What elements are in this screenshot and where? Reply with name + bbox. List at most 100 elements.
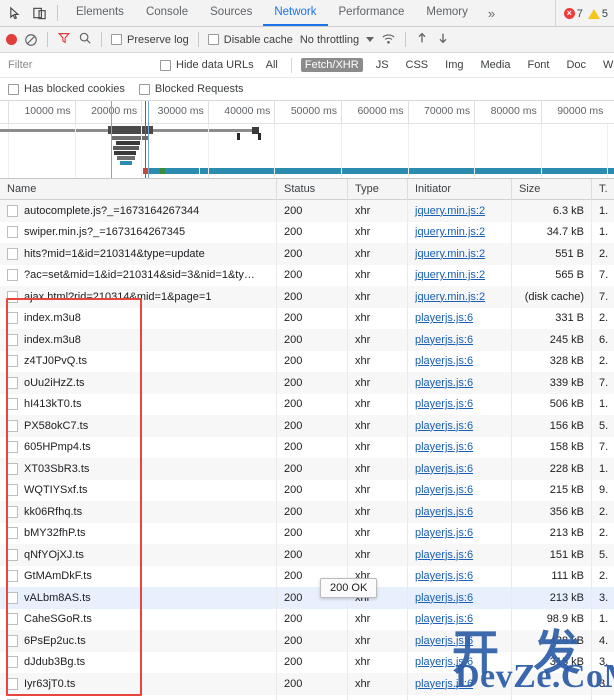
table-row[interactable]: hits?mid=1&id=210314&type=update 200 xhr jq… [0,243,614,265]
tab-memory[interactable]: Memory [415,0,479,26]
column-header-time[interactable]: T. [592,179,614,200]
column-header-status[interactable]: Status [277,179,348,200]
table-row[interactable]: CaheSGoR.ts 200 xhr playerjs.js:6 98.9 kB 1. [0,608,614,630]
table-row[interactable]: dJdub3Bg.ts 200 xhr playerjs.js:6 315 kB 3. [0,651,614,673]
table-row[interactable]: qNfYOjXJ.ts 200 xhr playerjs.js:6 151 kB 5. [0,544,614,566]
table-row[interactable]: WQTIYSxf.ts 200 xhr playerjs.js:6 215 kB 9. [0,479,614,501]
initiator-link[interactable]: playerjs.js:6 [415,484,473,496]
cell-name[interactable]: ?ac=set&mid=1&id=210314&sid=3&nid=1&ty… [0,264,277,286]
table-row[interactable]: ajax.html?rid=210314&mid=1&page=1 200 xhr j… [0,286,614,308]
cell-name[interactable]: ajax.html?rid=210314&mid=1&page=1 [0,286,277,308]
table-row[interactable]: bMY32fhP.ts 200 xhr playerjs.js:6 213 kB 2. [0,522,614,544]
column-header-type[interactable]: Type [348,179,408,200]
initiator-link[interactable]: playerjs.js:6 [415,420,473,432]
initiator-link[interactable]: playerjs.js:6 [415,463,473,475]
type-filter-css[interactable]: CSS [402,58,433,72]
column-header-size[interactable]: Size [512,179,592,200]
hide-data-urls-checkbox[interactable]: Hide data URLs [160,59,254,71]
initiator-link[interactable]: playerjs.js:6 [415,441,473,453]
table-row[interactable]: oUu2iHzZ.ts 200 xhr playerjs.js:6 339 kB 7. [0,372,614,394]
table-row[interactable]: qvkUn5QY.ts200xhrplayerjs.js:6265 kB3. [0,694,614,700]
throttling-select[interactable]: No throttling [300,34,359,46]
table-row[interactable]: 605HPmp4.ts 200 xhr playerjs.js:6 158 kB 7. [0,436,614,458]
initiator-link[interactable]: playerjs.js:6 [415,506,473,518]
cell-name[interactable]: GtMAmDkF.ts [0,565,277,587]
cell-name[interactable]: kk06Rfhq.ts [0,501,277,523]
cell-name[interactable]: z4TJ0PvQ.ts [0,350,277,372]
initiator-link[interactable]: playerjs.js:6 [415,656,473,668]
inspect-element-icon[interactable] [6,4,24,22]
requests-table[interactable]: Name Status Type Initiator Size T. autocomple… [0,179,614,700]
tab-performance[interactable]: Performance [328,0,416,26]
type-filter-ws[interactable]: WS [599,58,614,72]
column-header-name[interactable]: Name [0,179,277,200]
type-filter-img[interactable]: Img [441,58,467,72]
table-row[interactable]: autocomplete.js?_=1673164267344 200 xhr jqu… [0,200,614,222]
preserve-log-checkbox[interactable]: Preserve log [111,34,189,46]
has-blocked-cookies-checkbox[interactable]: Has blocked cookies [8,83,125,95]
type-filter-js[interactable]: JS [372,58,393,72]
cell-name[interactable]: qNfYOjXJ.ts [0,544,277,566]
initiator-link[interactable]: jquery.min.js:2 [415,248,485,260]
initiator-link[interactable]: playerjs.js:6 [415,355,473,367]
cell-name[interactable]: WQTIYSxf.ts [0,479,277,501]
table-row[interactable]: hI413kT0.ts 200 xhr playerjs.js:6 506 kB 1. [0,393,614,415]
clear-button[interactable] [24,33,38,47]
initiator-link[interactable]: playerjs.js:6 [415,613,473,625]
cell-name[interactable]: PX58okC7.ts [0,415,277,437]
tab-sources[interactable]: Sources [199,0,263,26]
cell-name[interactable]: 6PsEp2uc.ts [0,630,277,652]
initiator-link[interactable]: jquery.min.js:2 [415,291,485,303]
cell-name[interactable]: oUu2iHzZ.ts [0,372,277,394]
tab-console[interactable]: Console [135,0,199,26]
type-filter-doc[interactable]: Doc [562,58,590,72]
initiator-link[interactable]: playerjs.js:6 [415,549,473,561]
initiator-link[interactable]: playerjs.js:6 [415,592,473,604]
search-button[interactable] [78,31,92,48]
filter-button[interactable] [57,31,71,48]
device-toolbar-icon[interactable] [30,4,48,22]
table-row[interactable]: 6PsEp2uc.ts 200 xhr playerjs.js:6 428 kB 4. [0,630,614,652]
cell-name[interactable]: 605HPmp4.ts [0,436,277,458]
table-row[interactable]: z4TJ0PvQ.ts 200 xhr playerjs.js:6 328 kB 2. [0,350,614,372]
table-row[interactable]: ?ac=set&mid=1&id=210314&sid=3&nid=1&ty… 2… [0,264,614,286]
cell-name[interactable]: index.m3u8 [0,329,277,351]
initiator-link[interactable]: playerjs.js:6 [415,678,473,690]
cell-name[interactable]: hits?mid=1&id=210314&type=update [0,243,277,265]
export-har-button[interactable] [436,31,450,48]
import-har-button[interactable] [415,31,429,48]
chevron-down-icon[interactable] [366,37,375,42]
filter-input[interactable] [6,56,152,74]
cell-name[interactable]: qvkUn5QY.ts [0,694,277,700]
table-row[interactable]: vALbm8AS.ts200xhrplayerjs.js:6213 kB3. [0,587,614,609]
type-filter-font[interactable]: Font [523,58,553,72]
cell-name[interactable]: index.m3u8 [0,307,277,329]
cell-name[interactable]: swiper.min.js?_=1673164267345 [0,221,277,243]
table-row[interactable]: Iyr63jT0.ts 200 xhr playerjs.js:6 3. [0,673,614,695]
cell-name[interactable]: vALbm8AS.ts [0,587,277,609]
cell-name[interactable]: hI413kT0.ts [0,393,277,415]
error-badge[interactable]: × 7 [563,8,583,20]
cell-name[interactable]: bMY32fhP.ts [0,522,277,544]
tab-network[interactable]: Network [263,0,328,26]
cell-name[interactable]: autocomplete.js?_=1673164267344 [0,200,277,222]
initiator-link[interactable]: playerjs.js:6 [415,635,473,647]
type-filter-fetch-xhr[interactable]: Fetch/XHR [300,58,363,72]
initiator-link[interactable]: jquery.min.js:2 [415,226,485,238]
table-row[interactable]: index.m3u8 200 xhr playerjs.js:6 245 kB 6. [0,329,614,351]
table-row[interactable]: index.m3u8 200 xhr playerjs.js:6 331 B 2. [0,307,614,329]
network-conditions-icon[interactable] [381,31,396,49]
cell-name[interactable]: Iyr63jT0.ts [0,673,277,695]
cell-name[interactable]: dJdub3Bg.ts [0,651,277,673]
initiator-link[interactable]: playerjs.js:6 [415,570,473,582]
blocked-requests-checkbox[interactable]: Blocked Requests [138,83,244,95]
initiator-link[interactable]: playerjs.js:6 [415,312,473,324]
initiator-link[interactable]: playerjs.js:6 [415,527,473,539]
initiator-link[interactable]: playerjs.js:6 [415,398,473,410]
type-filter-all[interactable]: All [262,58,282,72]
record-button[interactable] [6,34,17,45]
table-row[interactable]: PX58okC7.ts 200 xhr playerjs.js:6 156 kB 5. [0,415,614,437]
initiator-link[interactable]: playerjs.js:6 [415,377,473,389]
cell-name[interactable]: XT03SbR3.ts [0,458,277,480]
table-row[interactable]: swiper.min.js?_=1673164267345 200 xhr jquer… [0,221,614,243]
